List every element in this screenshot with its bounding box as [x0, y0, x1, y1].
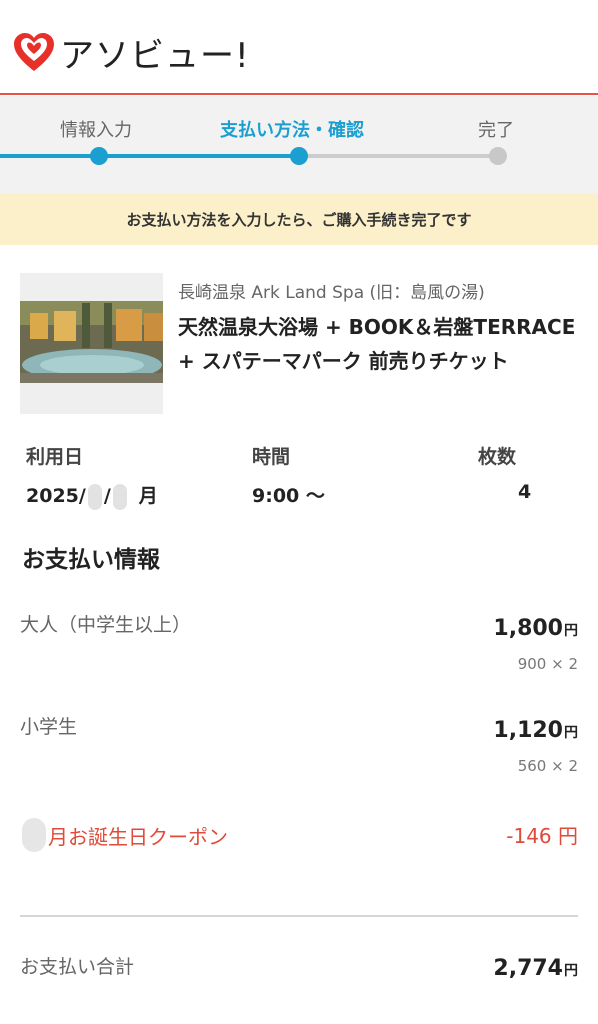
redacted-month: [87, 483, 102, 510]
ticket-count-label: 枚数: [478, 446, 517, 468]
coupon-amount: -146 円: [506, 824, 578, 848]
usage-date-suffix: 月: [138, 485, 158, 507]
usage-date-label: 利用日: [26, 446, 84, 468]
coupon-line: 月お誕生日クーポン: [22, 818, 228, 852]
progress-track-remaining: [300, 154, 500, 158]
heart-logo-icon: [14, 32, 54, 71]
app-header: アソビュー!: [0, 0, 598, 95]
usage-date-prefix: 2025/: [26, 485, 86, 507]
step-dot-payment-confirm: [290, 147, 308, 165]
total-amount-value: 2,774: [493, 956, 563, 981]
line-child-label: 小学生: [20, 716, 78, 738]
total-divider: [20, 915, 578, 917]
step-complete: 完了: [478, 120, 514, 141]
line-adult-amount-unit: 円: [564, 623, 578, 639]
redacted-day: [112, 483, 127, 510]
line-adult-amount-value: 1,800: [493, 616, 563, 641]
spa-photo-image: [20, 273, 163, 414]
brand-logo[interactable]: アソビュー!: [12, 28, 250, 77]
line-child-amount: 1,120円: [493, 718, 578, 743]
checkout-stepper: [0, 96, 598, 193]
redacted-coupon-month: [22, 818, 46, 852]
coupon-label: 月お誕生日クーポン: [48, 824, 228, 849]
total-label: お支払い合計: [20, 956, 135, 978]
progress-track-completed: [0, 154, 300, 158]
payment-section-title: お支払い情報: [22, 547, 160, 573]
notice-banner: お支払い方法を入力したら、ご購入手続き完了です: [0, 193, 598, 245]
line-adult-amount: 1,800円: [493, 616, 578, 641]
line-adult-detail: 900 × 2: [517, 655, 578, 673]
venue-name: 長崎温泉 Ark Land Spa (旧：島風の湯): [178, 283, 485, 303]
total-amount-unit: 円: [564, 963, 578, 979]
usage-time-label: 時間: [252, 446, 291, 468]
step-info-input: 情報入力: [60, 120, 132, 141]
ticket-count-value: 4: [518, 481, 532, 503]
brand-name: アソビュー!: [60, 36, 250, 76]
step-payment-confirm: 支払い方法・確認: [220, 120, 364, 141]
line-adult-label: 大人（中学生以上）: [20, 614, 192, 636]
line-child-amount-unit: 円: [564, 725, 578, 741]
line-child-amount-value: 1,120: [493, 718, 563, 743]
ticket-title: 天然温泉大浴場 + BOOK＆岩盤TERRACE + スパテーマパーク 前売りチ…: [178, 315, 576, 373]
usage-time-value: 9:00 〜: [252, 485, 325, 507]
usage-date-value: 2025/ / 月: [26, 481, 158, 510]
step-dot-info-input: [90, 147, 108, 165]
ticket-thumbnail: [20, 273, 163, 414]
step-dot-complete: [489, 147, 507, 165]
total-amount: 2,774円: [493, 956, 578, 981]
line-child-detail: 560 × 2: [517, 757, 578, 775]
usage-date-separator: /: [103, 485, 111, 507]
